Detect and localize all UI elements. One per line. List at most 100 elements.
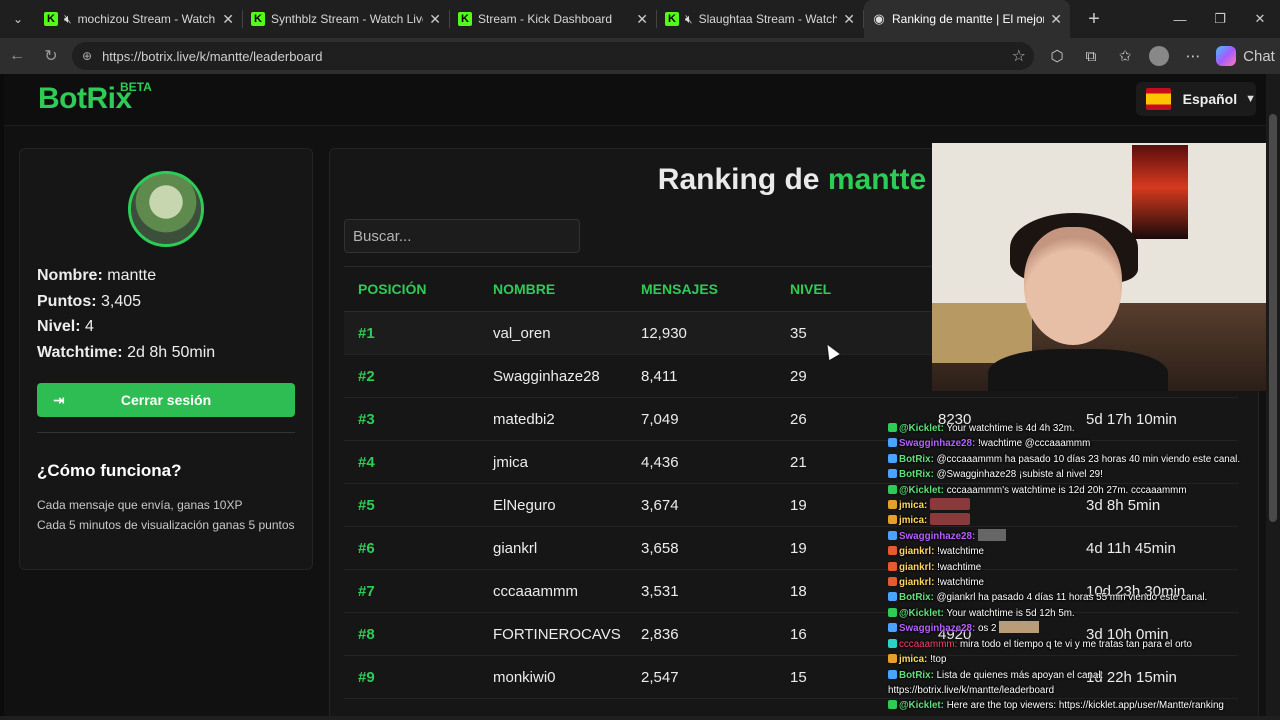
chat-message: Swagginhaze28: os 2 (888, 621, 1248, 636)
chat-emote-icon (977, 528, 1006, 541)
user-name: FORTINEROCAVS (493, 625, 621, 643)
url-text: https://botrix.live/k/mantte/leaderboard (102, 48, 323, 64)
chat-label: Chat (1243, 47, 1275, 65)
rank-position: #3 (358, 410, 375, 428)
new-tab-button[interactable]: + (1078, 3, 1110, 35)
chat-emote-icon (999, 621, 1040, 634)
page-scrollbar[interactable] (1266, 74, 1280, 720)
split-screen-icon[interactable]: ⧉ (1074, 48, 1108, 65)
user-name: giankrl (493, 539, 538, 557)
profile-avatar-icon[interactable] (1149, 46, 1169, 66)
chat-badge-icon (888, 561, 897, 571)
chat-badge-icon (888, 607, 897, 617)
muted-speaker-icon[interactable]: 🔇︎ (64, 12, 72, 27)
chat-message: @Kicklet: cccaaammm's watchtime is 12d 2… (888, 483, 1248, 498)
chat-badge-icon (888, 700, 897, 710)
chat-badge-icon (888, 515, 897, 525)
user-name: cccaaammm (493, 582, 579, 600)
column-header-messages[interactable]: MENSAJES (641, 281, 790, 297)
close-tab-icon[interactable]: ✕ (843, 11, 855, 28)
browser-tab[interactable]: K 🔇︎ mochizou Stream - Watch ✕ (36, 0, 242, 38)
chat-username: BotRix: (899, 453, 934, 465)
chat-text: @Swagginhaze28 ¡subiste al nivel 29! (936, 469, 1103, 481)
chat-username: Swagginhaze28: (899, 530, 976, 542)
site-info-icon[interactable]: ⊕ (82, 49, 92, 63)
column-header-level[interactable]: NIVEL (790, 281, 938, 297)
chat-text: cccaaammm's watchtime is 12d 20h 27m. cc… (946, 484, 1187, 496)
tab-actions-menu[interactable]: ⌄ (0, 0, 36, 38)
extensions-icon[interactable]: ⬡ (1040, 47, 1074, 65)
browser-tab[interactable]: K Synthblz Stream - Watch Live o ✕ (243, 0, 449, 38)
close-tab-icon[interactable]: ✕ (636, 11, 648, 28)
chat-text: mira todo el tiempo q te vi y me tratas … (959, 638, 1192, 650)
browser-tab[interactable]: K Stream - Kick Dashboard ✕ (450, 0, 656, 38)
chat-text: https://botrix.live/k/mantte/leaderboard (888, 684, 1055, 696)
language-label: Español (1182, 91, 1238, 107)
muted-speaker-icon[interactable]: 🔇︎ (685, 12, 693, 27)
copilot-chat-button[interactable]: Chat (1216, 46, 1276, 66)
chat-username: jmica: (899, 500, 928, 512)
chat-badge-icon (888, 438, 897, 448)
browser-tab[interactable]: K 🔇︎ Slaughtaa Stream - Watch ✕ (657, 0, 863, 38)
chat-badge-icon (888, 623, 897, 633)
chat-badge-icon (888, 423, 897, 432)
browser-tab[interactable]: ◉ Ranking de mantte | El mejor s ✕ (864, 0, 1070, 38)
logout-button[interactable]: ⇥ Cerrar sesión (37, 383, 295, 417)
rank-position: #1 (358, 324, 375, 342)
chat-message: @Kicklet: Your watchtime is 4d 4h 32m. (888, 421, 1248, 436)
chat-emote-icon (930, 513, 971, 526)
chevron-down-icon: ▼ (1245, 93, 1256, 105)
tab-title: Ranking de mantte | El mejor s (892, 12, 1045, 26)
chat-badge-icon (888, 669, 897, 679)
address-bar-row: ← ↻ ⊕ https://botrix.live/k/mantte/leade… (0, 38, 1280, 74)
user-level: 35 (790, 324, 807, 342)
chat-message: https://botrix.live/k/mantte/leaderboard (888, 683, 1248, 698)
url-field[interactable]: ⊕ https://botrix.live/k/mantte/leaderboa… (72, 42, 1034, 70)
favorite-star-icon[interactable]: ☆ (1012, 46, 1026, 66)
browser-tab-bar: ⌄ K 🔇︎ mochizou Stream - Watch ✕ K Synthblz S… (0, 0, 1280, 38)
profile-info: Nombre: mantte Puntos: 3,405 Nivel: 4 Wa… (37, 263, 215, 365)
chat-text: @cccaaammm ha pasado 10 días 23 horas 40… (936, 453, 1241, 465)
tab-title: Synthblz Stream - Watch Live o (271, 12, 424, 26)
chat-username: BotRix: (899, 469, 934, 481)
chat-text: !wachtime (937, 561, 982, 573)
chat-badge-icon (888, 546, 897, 556)
divider (37, 432, 295, 433)
chat-badge-icon (888, 500, 897, 510)
logout-label: Cerrar sesión (120, 392, 212, 408)
chat-username: Swagginhaze28: (899, 623, 976, 635)
profile-watchtime: 2d 8h 50min (127, 343, 216, 361)
chat-username: giankrl: (899, 577, 935, 589)
botrix-logo[interactable]: BotRix (38, 82, 132, 116)
scrollbar-thumb[interactable] (1269, 114, 1277, 522)
favorites-icon[interactable]: ✩ (1108, 47, 1142, 65)
language-selector[interactable]: Español ▼ (1136, 82, 1256, 116)
search-input[interactable] (344, 219, 580, 253)
user-name: ElNeguro (493, 496, 556, 514)
rank-position: #5 (358, 496, 375, 514)
chat-message: @Kicklet: Here are the top viewers: http… (888, 698, 1248, 713)
kick-icon: K (458, 12, 472, 26)
chat-username: @Kicklet: (899, 607, 944, 619)
back-icon[interactable]: ← (0, 38, 34, 74)
rank-position: #6 (358, 539, 375, 557)
more-menu-icon[interactable]: ⋯ (1176, 47, 1210, 65)
message-count: 2,836 (641, 625, 679, 643)
column-header-name[interactable]: NOMBRE (493, 281, 641, 297)
reload-icon[interactable]: ↻ (34, 38, 68, 74)
close-tab-icon[interactable]: ✕ (222, 11, 234, 28)
column-header-position[interactable]: POSICIÓN (344, 281, 493, 297)
chat-text: Your watchtime is 5d 12h 5m. (946, 607, 1075, 619)
title-channel-name: mantte (827, 163, 927, 196)
webcam-overlay (932, 143, 1280, 391)
chat-message: jmica: (888, 513, 1248, 528)
chat-text: !watchtime (937, 546, 984, 558)
chat-message: BotRix: @giankrl ha pasado 4 días 11 hor… (888, 590, 1248, 605)
close-window-icon[interactable]: ✕ (1240, 0, 1280, 38)
minimize-icon[interactable]: — (1160, 0, 1200, 38)
restore-icon[interactable]: ❐ (1200, 0, 1240, 38)
how-it-works-title: ¿Cómo funciona? (37, 461, 182, 480)
close-tab-icon[interactable]: ✕ (429, 11, 441, 28)
close-tab-icon[interactable]: ✕ (1050, 11, 1062, 28)
chat-badge-icon (888, 484, 897, 494)
